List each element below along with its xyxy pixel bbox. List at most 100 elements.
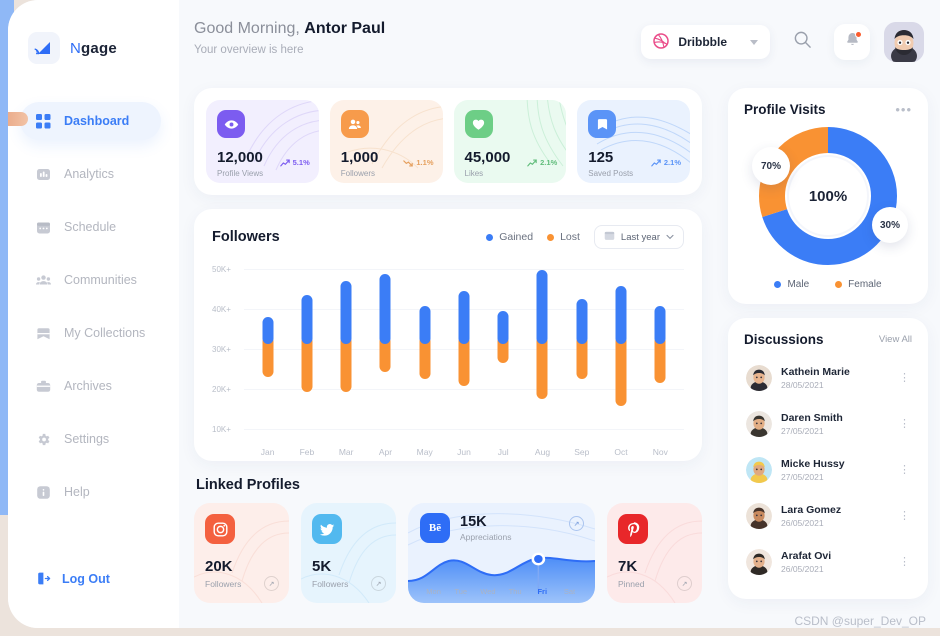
stat-trend: 1.1% <box>403 158 434 167</box>
x-axis-tick: Oct <box>614 447 628 457</box>
legend-label: Lost <box>560 231 580 243</box>
sidebar-item-label: Analytics <box>64 167 115 181</box>
sidebar-item-my-collections[interactable]: My Collections <box>20 314 161 352</box>
bar-gained <box>536 269 548 345</box>
sidebar-item-settings[interactable]: Settings <box>20 420 161 458</box>
legend-swatch <box>835 281 843 288</box>
more-vertical-icon[interactable]: ⋮ <box>899 373 910 384</box>
trend-up-icon <box>279 159 290 166</box>
linked-profile-card-instagram[interactable]: 20K Followers ↗ <box>194 503 289 603</box>
stat-trend: 5.1% <box>279 158 310 167</box>
more-horizontal-icon[interactable]: ••• <box>895 102 912 117</box>
stat-trend: 2.1% <box>651 158 681 167</box>
chart-bar-column <box>601 261 640 433</box>
stat-trend: 2.1% <box>527 158 557 167</box>
discussions-header: Discussions View All <box>728 318 928 347</box>
more-vertical-icon[interactable]: ⋮ <box>899 511 910 522</box>
legend-swatch <box>774 281 782 288</box>
stat-card-likes[interactable]: 45,000 Likes 2.1% <box>453 100 567 183</box>
behance-day-label: Sat <box>563 587 576 596</box>
arrow-up-right-icon[interactable]: ↗ <box>677 576 692 591</box>
bar-gained <box>615 286 627 345</box>
x-axis-tick: Feb <box>299 447 315 457</box>
bar-lost <box>615 336 627 407</box>
discussion-item[interactable]: Arafat Ovi 26/05/2021 ⋮ <box>738 541 918 583</box>
pointer-hand-decoration <box>8 112 28 126</box>
x-axis-labels: Jan Feb Mar Apr May Jun Jul Aug Sep Oct Nov <box>248 447 680 457</box>
sidebar-item-analytics[interactable]: Analytics <box>20 155 161 193</box>
notification-badge <box>855 31 862 38</box>
app-window: Ngage Dashboard Analytics Schedule Commu… <box>8 0 940 628</box>
linked-profile-card-twitter[interactable]: 5K Followers ↗ <box>301 503 396 603</box>
header-actions: Dribbble <box>641 22 924 62</box>
linked-profile-card-pinterest[interactable]: 7K Pinned ↗ <box>607 503 702 603</box>
more-vertical-icon[interactable]: ⋮ <box>899 465 910 476</box>
legend-label: Gained <box>499 231 534 243</box>
discussion-item[interactable]: Micke Hussy 27/05/2021 ⋮ <box>738 449 918 491</box>
instagram-icon <box>205 514 235 544</box>
stat-percent: 5.1% <box>292 158 310 167</box>
logout-button[interactable]: Log Out <box>20 571 110 586</box>
bar-chart-icon <box>36 167 51 182</box>
behance-day-label: Tue <box>454 587 468 596</box>
sidebar-item-label: Help <box>64 485 90 499</box>
dribbble-icon <box>653 32 670 52</box>
arrow-up-right-icon[interactable]: ↗ <box>371 576 386 591</box>
donut-bubble-male: 70% <box>752 147 790 185</box>
logout-icon <box>36 571 51 586</box>
chart-bar-column <box>366 261 405 433</box>
bar-lost <box>301 336 313 392</box>
behance-day-label: Fri <box>537 587 548 596</box>
discussion-date: 26/05/2021 <box>781 564 824 574</box>
more-vertical-icon[interactable]: ⋮ <box>899 557 910 568</box>
avatar[interactable] <box>884 22 924 62</box>
stat-label: Saved Posts <box>588 169 634 178</box>
sidebar-item-help[interactable]: Help <box>20 473 161 511</box>
bar-gained <box>379 273 391 345</box>
discussion-name: Arafat Ovi <box>781 550 832 562</box>
search-button[interactable] <box>784 24 820 60</box>
discussion-item[interactable]: Kathein Marie 28/05/2021 ⋮ <box>738 357 918 399</box>
x-axis-tick: Jul <box>497 447 509 457</box>
donut-legend: Male Female <box>728 273 928 304</box>
legend-label: Female <box>848 279 882 290</box>
donut-bubble-female: 30% <box>872 207 908 243</box>
bookmark-icon <box>36 326 51 341</box>
arrow-up-right-icon[interactable]: ↗ <box>569 516 584 531</box>
discussion-item[interactable]: Lara Gomez 26/05/2021 ⋮ <box>738 495 918 537</box>
arrow-up-right-icon[interactable]: ↗ <box>264 576 279 591</box>
panel-title: Discussions <box>744 332 824 347</box>
bar-lost <box>536 336 548 399</box>
bar-gained <box>458 291 470 345</box>
sidebar-item-archives[interactable]: Archives <box>20 367 161 405</box>
y-axis-tick: 50K+ <box>212 265 231 274</box>
stat-card-profile-views[interactable]: 12,000 Profile Views 5.1% <box>206 100 319 183</box>
chart-bar-column <box>562 261 601 433</box>
source-label: Dribbble <box>678 35 727 49</box>
stat-card-saved-posts[interactable]: 125 Saved Posts 2.1% <box>577 100 690 183</box>
legend-label: Male <box>787 279 810 290</box>
brand: Ngage <box>8 0 179 64</box>
brand-name: Ngage <box>70 39 117 57</box>
date-range-dropdown[interactable]: Last year <box>593 225 684 249</box>
donut-center-label: 100% <box>809 188 847 205</box>
notifications-button[interactable] <box>834 24 870 60</box>
sidebar-item-label: Archives <box>64 379 112 393</box>
bar-gained <box>340 280 352 345</box>
sidebar-item-communities[interactable]: Communities <box>20 261 161 299</box>
stat-percent: 2.1% <box>540 158 558 167</box>
sidebar-item-schedule[interactable]: Schedule <box>20 208 161 246</box>
sidebar-item-dashboard[interactable]: Dashboard <box>20 102 161 140</box>
discussion-item[interactable]: Daren Smith 27/05/2021 ⋮ <box>738 403 918 445</box>
more-vertical-icon[interactable]: ⋮ <box>899 419 910 430</box>
profile-visits-panel: Profile Visits ••• 100% 70% 30% Male Fem… <box>728 88 928 304</box>
x-axis-tick: Jun <box>457 447 471 457</box>
chart-bar-column <box>444 261 483 433</box>
stat-card-followers[interactable]: 1,000 Followers 1.1% <box>329 100 443 183</box>
linked-profile-value: 5K <box>312 558 332 575</box>
linked-profile-card-behance[interactable]: Bē 15K Appreciations ↗ Mon Tue Wed Thu Fri Sa… <box>408 503 595 603</box>
view-all-link[interactable]: View All <box>879 334 912 345</box>
source-dropdown[interactable]: Dribbble <box>641 25 770 59</box>
eye-icon <box>217 110 245 138</box>
linked-profile-value: 7K <box>618 558 638 575</box>
